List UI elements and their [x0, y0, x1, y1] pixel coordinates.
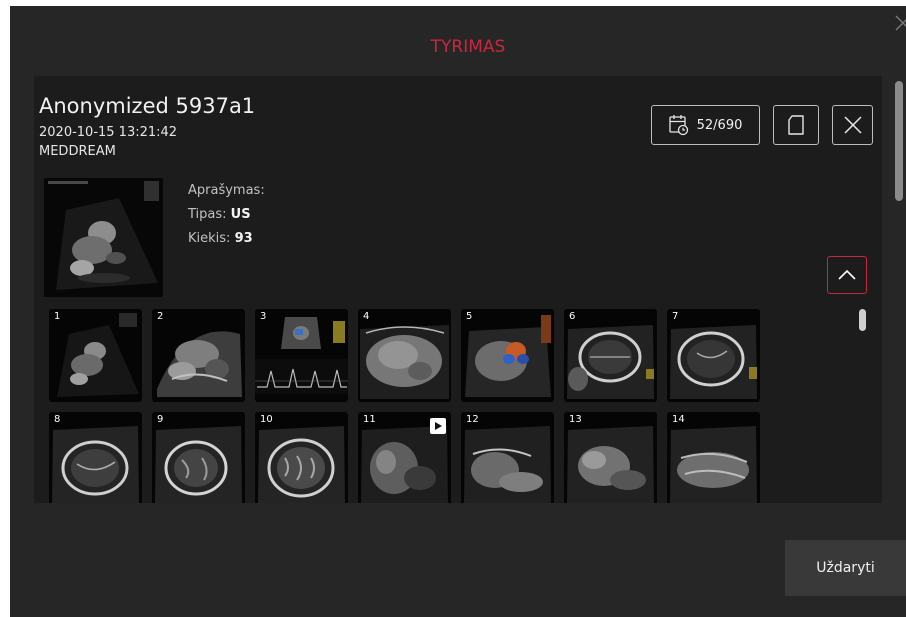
related-studies-button[interactable]: 52/690 [651, 105, 760, 145]
chevron-up-icon [838, 269, 856, 280]
thumbnail-scrollbar[interactable] [859, 309, 866, 331]
study-dialog: TYRIMAS Anonymized 5937a1 2020-10-15 13:… [10, 6, 906, 617]
thumbnail-1[interactable]: 1 [49, 309, 142, 402]
thumbnail-number: 6 [569, 311, 576, 322]
collapse-button[interactable] [827, 256, 867, 294]
thumbnail-number: 7 [672, 311, 679, 322]
study-name: Anonymized 5937a1 [39, 94, 256, 118]
dialog-scrollbar[interactable] [895, 81, 903, 201]
study-counter: 52/690 [696, 117, 743, 133]
thumbnail-4[interactable]: 4 [358, 309, 451, 402]
thumbnail-14[interactable]: 14 [667, 412, 760, 503]
type-value: US [230, 207, 251, 222]
thumbnail-number: 1 [54, 311, 61, 322]
description-row: Aprašymas: [188, 183, 265, 198]
dialog-close-icon[interactable] [894, 14, 906, 32]
type-row: Tipas: US [188, 207, 251, 222]
type-label: Tipas: [188, 207, 227, 222]
thumbnail-13[interactable]: 13 [564, 412, 657, 503]
study-preview-image [44, 178, 163, 297]
calendar-history-icon [668, 115, 688, 136]
thumbnail-8[interactable]: 8 [49, 412, 142, 503]
thumbnail-number: 3 [260, 311, 267, 322]
study-datetime: 2020-10-15 13:21:42 [39, 125, 178, 140]
thumbnail-number: 2 [157, 311, 164, 322]
copy-button[interactable] [773, 105, 819, 145]
close-dialog-button[interactable]: Uždaryti [785, 540, 906, 596]
thumbnail-11[interactable]: 11 [358, 412, 451, 503]
copy-icon [788, 115, 804, 135]
thumbnail-number: 8 [54, 414, 61, 425]
thumbnail-5[interactable]: 5 [461, 309, 554, 402]
close-icon [843, 116, 862, 134]
thumbnail-number: 9 [157, 414, 164, 425]
thumbnail-number: 4 [363, 311, 370, 322]
study-source: MEDDREAM [39, 144, 116, 159]
thumbnail-number: 11 [363, 414, 376, 425]
description-label: Aprašymas: [188, 183, 265, 198]
count-label: Kiekis: [188, 231, 231, 246]
close-study-button[interactable] [832, 105, 873, 145]
thumbnail-number: 12 [466, 414, 479, 425]
thumbnail-2[interactable]: 2 [152, 309, 245, 402]
study-panel: Anonymized 5937a1 2020-10-15 13:21:42 ME… [34, 76, 882, 503]
dialog-title: TYRIMAS [430, 37, 506, 57]
thumbnail-6[interactable]: 6 [564, 309, 657, 402]
play-icon [430, 418, 446, 434]
thumbnail-number: 13 [569, 414, 582, 425]
thumbnail-7[interactable]: 7 [667, 309, 760, 402]
thumbnail-number: 10 [260, 414, 273, 425]
thumbnail-12[interactable]: 12 [461, 412, 554, 503]
thumbnail-9[interactable]: 9 [152, 412, 245, 503]
thumbnail-number: 14 [672, 414, 685, 425]
thumbnail-3[interactable]: 3 [255, 309, 348, 402]
count-value: 93 [234, 231, 253, 246]
count-row: Kiekis: 93 [188, 231, 253, 246]
thumbnail-number: 5 [466, 311, 473, 322]
thumbnail-10[interactable]: 10 [255, 412, 348, 503]
